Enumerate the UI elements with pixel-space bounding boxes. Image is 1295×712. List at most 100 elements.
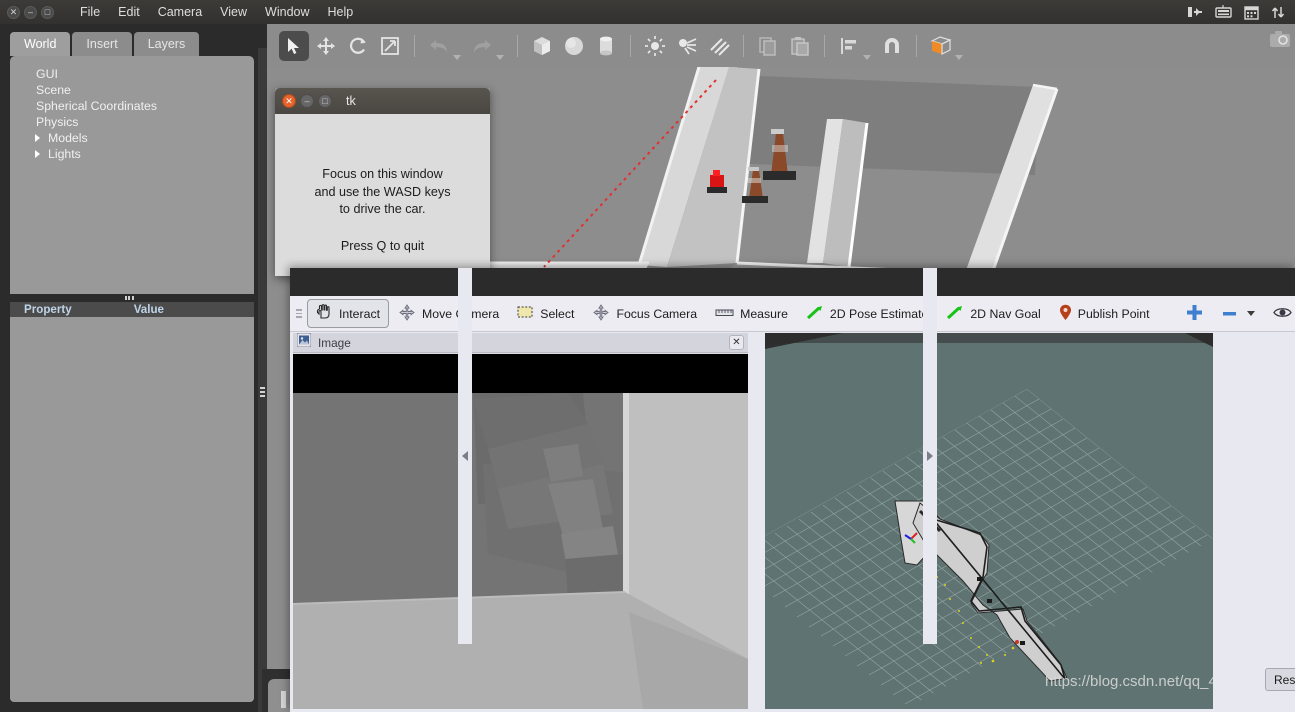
tree-item-scene[interactable]: Scene: [10, 82, 254, 98]
tk-message-line-1: Focus on this window: [322, 167, 443, 181]
tool-interact[interactable]: Interact: [307, 299, 390, 328]
tk-title-label: tk: [346, 94, 356, 108]
window-minimize-button[interactable]: –: [24, 5, 37, 19]
tk-minimize-button[interactable]: –: [300, 94, 314, 108]
translate-mode-icon[interactable]: [311, 31, 341, 61]
gazebo-left-panel: World Insert Layers GUI Scene Spherical …: [0, 24, 262, 712]
camera-image-view[interactable]: [293, 354, 748, 709]
vertical-splitter-handle[interactable]: [260, 386, 265, 398]
rotate-mode-icon[interactable]: [343, 31, 373, 61]
menu-window[interactable]: Window: [256, 3, 318, 21]
remove-tool-dropdown-icon[interactable]: [1246, 310, 1255, 316]
calendar-icon[interactable]: [1244, 5, 1259, 20]
scale-mode-icon[interactable]: [375, 31, 405, 61]
image-panel-header: Image ✕: [293, 332, 748, 353]
tk-maximize-button[interactable]: □: [318, 94, 332, 108]
tree-item-gui[interactable]: GUI: [10, 66, 254, 82]
align-icon[interactable]: [834, 31, 864, 61]
tool-measure[interactable]: Measure: [706, 302, 797, 326]
image-panel-icon: [296, 332, 312, 352]
tree-item-spherical-coordinates[interactable]: Spherical Coordinates: [10, 98, 254, 114]
tab-world-label: World: [24, 37, 57, 51]
tab-layers[interactable]: Layers: [133, 32, 200, 56]
tk-dialog-body: Focus on this window and use the WASD ke…: [275, 114, 490, 276]
image-panel-close-icon[interactable]: ✕: [729, 335, 744, 350]
remove-tool-button[interactable]: [1212, 302, 1264, 326]
screenshot-camera-icon[interactable]: [1269, 30, 1291, 53]
expand-arrow-icon[interactable]: [35, 134, 40, 142]
insert-sphere-icon[interactable]: [559, 31, 589, 61]
onboard-keyboard-icon[interactable]: [1215, 5, 1232, 19]
desktop-menu-bar: ✕ – □ File Edit Camera View Window Help: [0, 0, 1295, 24]
value-column-header: Value: [133, 303, 164, 316]
expand-arrow-icon[interactable]: [35, 150, 40, 158]
spot-light-icon[interactable]: [672, 31, 702, 61]
tab-insert[interactable]: Insert: [72, 32, 132, 56]
reset-button[interactable]: Reset: [1265, 668, 1295, 691]
window-close-button[interactable]: ✕: [7, 5, 20, 19]
align-dropdown-icon[interactable]: [863, 55, 871, 60]
pose-arrow-icon: [806, 305, 824, 323]
undo-dropdown-icon[interactable]: [453, 55, 461, 60]
tk-message-line-3: to drive the car.: [339, 202, 426, 216]
tool-2d-pose-estimate-label: 2D Pose Estimate: [829, 306, 929, 321]
redo-icon[interactable]: [467, 31, 497, 61]
tool-2d-pose-estimate[interactable]: 2D Pose Estimate: [797, 300, 937, 328]
main-vertical-splitter[interactable]: [258, 48, 267, 712]
tab-world[interactable]: World: [10, 32, 71, 56]
collapse-left-arrow[interactable]: [458, 268, 472, 644]
directional-light-icon[interactable]: [704, 31, 734, 61]
tool-focus-camera[interactable]: Focus Camera: [583, 299, 706, 329]
window-maximize-button[interactable]: □: [41, 5, 54, 19]
tree-item-physics[interactable]: Physics: [10, 114, 254, 130]
insert-box-icon[interactable]: [527, 31, 557, 61]
collapse-right-arrow[interactable]: [923, 268, 937, 644]
tool-publish-point[interactable]: Publish Point: [1050, 299, 1159, 329]
tree-item-lights[interactable]: Lights: [10, 146, 254, 162]
tool-select[interactable]: Select: [508, 300, 583, 327]
view-mode-icon[interactable]: [926, 31, 956, 61]
window-controls: ✕ – □: [0, 5, 54, 19]
hand-cursor-icon: [316, 304, 333, 323]
image-panel: Image ✕: [293, 332, 748, 709]
menu-edit[interactable]: Edit: [109, 3, 149, 21]
tool-2d-nav-goal-label: 2D Nav Goal: [970, 306, 1041, 321]
gazebo-toolbar: [267, 24, 1295, 67]
insert-cylinder-icon[interactable]: [591, 31, 621, 61]
toolbar-separator: [414, 34, 415, 57]
tree-item-label: Spherical Coordinates: [36, 99, 157, 113]
tree-item-label: GUI: [36, 67, 58, 81]
menu-help[interactable]: Help: [319, 3, 363, 21]
selection-box-icon: [517, 305, 534, 322]
keyboard-layout-icon[interactable]: [1187, 5, 1203, 19]
tool-move-camera[interactable]: Move Camera: [389, 299, 508, 329]
menu-file[interactable]: File: [71, 3, 109, 21]
plus-icon: [1186, 304, 1203, 324]
menu-view[interactable]: View: [211, 3, 256, 21]
tk-title-bar[interactable]: ✕ – □ tk: [275, 88, 490, 114]
network-icon[interactable]: [1271, 5, 1285, 20]
view-dropdown-icon[interactable]: [955, 55, 963, 60]
tool-measure-label: Measure: [740, 306, 788, 321]
snap-magnet-icon[interactable]: [877, 31, 907, 61]
tool-properties-button[interactable]: [1264, 301, 1295, 327]
rviz-3d-viewport[interactable]: https://blog.csdn.net/qq_42451251: [765, 333, 1213, 709]
undo-icon[interactable]: [424, 31, 454, 61]
toolbar-drag-handle[interactable]: [296, 309, 302, 318]
redo-dropdown-icon[interactable]: [496, 55, 504, 60]
tk-close-button[interactable]: ✕: [282, 94, 296, 108]
menu-camera[interactable]: Camera: [149, 3, 211, 21]
paste-icon[interactable]: [785, 31, 815, 61]
add-tool-button[interactable]: [1177, 299, 1212, 329]
ruler-icon: [715, 307, 734, 321]
tool-2d-nav-goal[interactable]: 2D Nav Goal: [937, 300, 1049, 328]
move-camera-icon: [398, 303, 416, 324]
copy-icon[interactable]: [753, 31, 783, 61]
tree-item-models[interactable]: Models: [10, 130, 254, 146]
image-panel-title: Image: [318, 335, 351, 350]
select-mode-icon[interactable]: [279, 30, 309, 61]
toolbar-separator: [824, 34, 825, 57]
menu-items: File Edit Camera View Window Help: [71, 3, 362, 21]
point-light-icon[interactable]: [640, 31, 670, 61]
eye-icon: [1272, 306, 1292, 322]
